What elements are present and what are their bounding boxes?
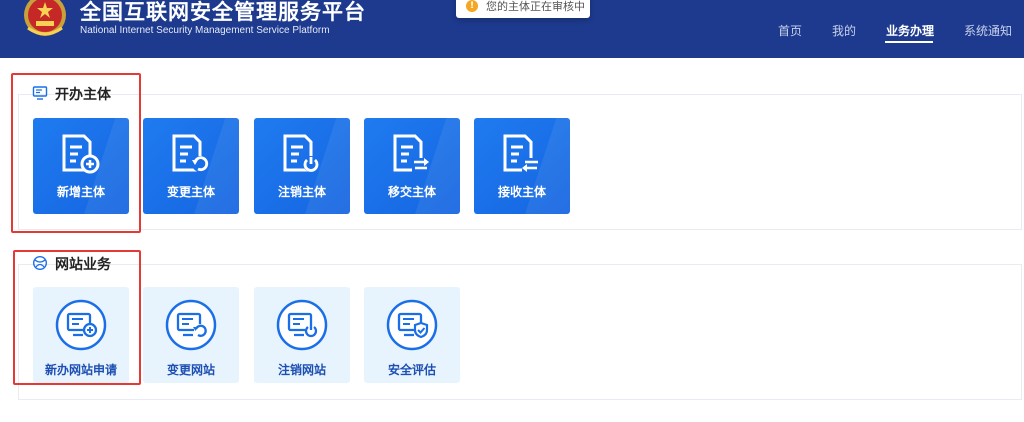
globe-icon — [32, 255, 48, 271]
nav-active-indicator — [885, 41, 933, 43]
tile-label: 新增主体 — [56, 185, 105, 199]
toast-message: 您的主体正在审核中 — [486, 0, 585, 13]
nav-notifications[interactable]: 系统通知 — [964, 22, 1012, 39]
tile-label: 注销主体 — [277, 185, 326, 199]
tile-new-website[interactable]: 新办网站申请 — [33, 287, 129, 383]
website-shield-icon — [386, 299, 438, 351]
national-emblem-icon — [24, 0, 66, 36]
tile-security-assessment[interactable]: 安全评估 — [364, 287, 460, 383]
site-title: 全国互联网安全管理服务平台 — [80, 0, 366, 24]
section-title-website: 网站业务 — [55, 257, 111, 273]
monitor-icon — [32, 86, 48, 100]
document-receive-icon — [503, 134, 540, 172]
site-subtitle: National Internet Security Management Se… — [80, 25, 330, 36]
section-title-entity: 开办主体 — [55, 87, 111, 103]
tile-label: 变更网站 — [166, 363, 215, 377]
nav-mine[interactable]: 我的 — [832, 22, 856, 39]
website-add-icon — [55, 299, 107, 351]
document-power-icon — [283, 134, 319, 172]
tile-add-entity[interactable]: 新增主体 — [33, 118, 129, 214]
tile-label: 变更主体 — [166, 185, 215, 199]
info-icon: ! — [466, 0, 478, 12]
website-power-icon — [276, 299, 328, 351]
tile-label: 新办网站申请 — [44, 363, 117, 377]
tile-label: 移交主体 — [387, 185, 436, 199]
tile-receive-entity[interactable]: 接收主体 — [474, 118, 570, 214]
tile-change-entity[interactable]: 变更主体 — [143, 118, 239, 214]
tile-change-website[interactable]: 变更网站 — [143, 287, 239, 383]
nav-home[interactable]: 首页 — [778, 22, 802, 39]
document-change-icon — [172, 134, 209, 172]
document-add-icon — [62, 134, 100, 174]
nav-business[interactable]: 业务办理 — [886, 22, 934, 39]
tile-label: 接收主体 — [497, 185, 546, 199]
tile-transfer-entity[interactable]: 移交主体 — [364, 118, 460, 214]
tile-label: 注销网站 — [277, 363, 326, 377]
tile-label: 安全评估 — [387, 363, 436, 377]
tile-cancel-entity[interactable]: 注销主体 — [254, 118, 350, 214]
status-toast: ! 您的主体正在审核中 — [456, 0, 590, 18]
tile-cancel-website[interactable]: 注销网站 — [254, 287, 350, 383]
website-change-icon — [165, 299, 217, 351]
document-transfer-icon — [393, 134, 430, 172]
